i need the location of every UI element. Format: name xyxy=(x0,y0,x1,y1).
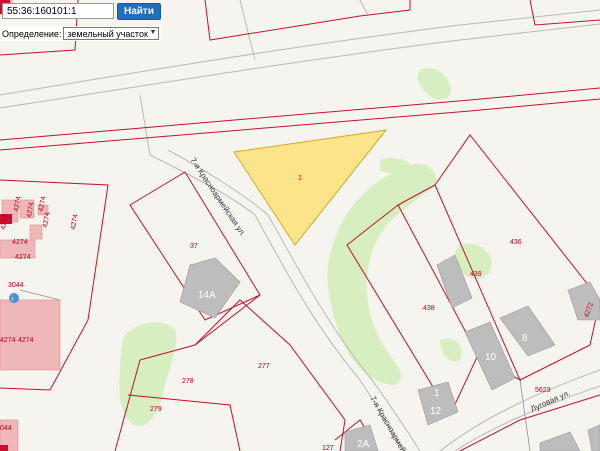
plot-number: 4274 xyxy=(18,337,34,344)
plot-number: 438 xyxy=(423,305,435,312)
search-bar: Найти xyxy=(0,2,161,20)
plot-number: 044 xyxy=(0,425,12,432)
plot-number: 4274 xyxy=(12,239,28,246)
plot-number: 277 xyxy=(258,363,270,370)
plot-number: 3044 xyxy=(8,282,24,289)
building-number: 8 xyxy=(522,333,528,344)
building-number: 1 xyxy=(434,388,440,399)
building-number: 2А xyxy=(357,439,370,450)
info-marker-icon[interactable] xyxy=(9,293,19,303)
plot-number: 278 xyxy=(182,378,194,385)
building-number: 10 xyxy=(485,352,497,363)
plot-number: 37 xyxy=(190,243,198,250)
plot-number: 436 xyxy=(510,239,522,246)
plot-number: 4274 xyxy=(0,337,16,344)
find-button[interactable]: Найти xyxy=(117,2,161,20)
chevron-down-icon: ▼ xyxy=(149,29,157,36)
definition-selected-value: земельный участок xyxy=(67,28,148,39)
building-number: 12 xyxy=(430,406,442,417)
definition-label: Определение: xyxy=(2,28,62,39)
definition-select[interactable]: земельный участок ▼ xyxy=(63,27,160,40)
cadastral-map[interactable]: i 1 37 277 278 279 436 438 439 5623 3044… xyxy=(0,0,600,451)
cadastral-search-input[interactable] xyxy=(2,3,114,19)
plot-number: 1 xyxy=(298,175,302,182)
definition-row: Определение: земельный участок ▼ xyxy=(0,26,162,41)
building-number: 14А xyxy=(198,290,216,301)
plot-number: 439 xyxy=(470,271,482,278)
plot-number: 279 xyxy=(150,406,162,413)
plot-number: 127 xyxy=(322,445,334,451)
plot-number: 4274 xyxy=(15,254,31,261)
plot-number: 5623 xyxy=(535,387,551,394)
